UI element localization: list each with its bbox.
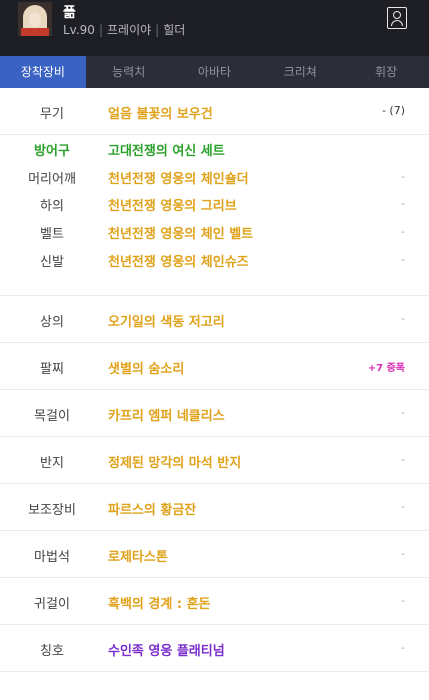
slot-label: 보조장비 [28, 503, 76, 518]
item-name: 샛별의 숨소리 [108, 362, 185, 377]
item-name: 천년전쟁 영웅의 체인슈즈 [108, 255, 249, 270]
character-guild: 힐더 [163, 23, 186, 37]
slot-label: 목걸이 [34, 409, 70, 424]
slot-label: 팔찌 [40, 362, 64, 377]
item-value: - [401, 500, 405, 513]
avatar-face [29, 13, 41, 27]
equipment-row-top[interactable]: 상의 오기일의 색동 저고리 - [0, 296, 429, 343]
slot-label: 신발 [40, 255, 64, 270]
item-value: - [401, 253, 405, 266]
item-value: - [401, 641, 405, 654]
item-name: 로제타스톤 [108, 550, 168, 565]
equipment-row-shoulder[interactable]: 머리어깨 천년전쟁 영웅의 체인숄더 - [0, 168, 429, 195]
equipment-row-title[interactable]: 칭호 수인족 영웅 플래티넘 - [0, 625, 429, 672]
equipment-row-pants[interactable]: 하의 천년전쟁 영웅의 그리브 - [0, 195, 429, 222]
avatar-cloth [21, 28, 49, 36]
item-value: - [401, 312, 405, 325]
item-value: - [401, 225, 405, 238]
armor-set-group: 방어구 고대전쟁의 여신 세트 머리어깨 천년전쟁 영웅의 체인숄더 - 하의 … [0, 135, 429, 296]
tab-stats[interactable]: 능력치 [86, 56, 172, 88]
slot-label: 벨트 [40, 227, 64, 242]
item-name: 수인족 영웅 플래티넘 [108, 644, 225, 659]
equipment-row-magic-stone[interactable]: 마법석 로제타스톤 - [0, 531, 429, 578]
character-meta: Lv.90 | 프레이야 | 힐더 [63, 21, 185, 38]
slot-label: 귀걸이 [34, 597, 70, 612]
item-name: 흑백의 경계 : 혼돈 [108, 597, 211, 612]
item-value: - [401, 197, 405, 210]
equipment-row-shoes[interactable]: 신발 천년전쟁 영웅의 체인슈즈 - [0, 251, 429, 278]
separator: | [98, 23, 103, 37]
item-name: 정제된 망각의 마석 반지 [108, 456, 242, 471]
tab-bar: 장착장비 능력치 아바타 크리쳐 휘장 [0, 56, 429, 88]
profile-icon-head [393, 11, 401, 19]
character-header: 픎 Lv.90 | 프레이야 | 힐더 [0, 0, 429, 56]
item-name: 천년전쟁 영웅의 체인 벨트 [108, 227, 254, 242]
armor-set-header[interactable]: 방어구 고대전쟁의 여신 세트 [0, 140, 429, 167]
profile-icon-body [391, 20, 403, 26]
slot-label: 칭호 [40, 644, 64, 659]
item-name: 얼음 불꽃의 보우건 [108, 107, 213, 122]
slot-label: 무기 [40, 107, 64, 122]
slot-label: 마법석 [34, 550, 70, 565]
tab-creature[interactable]: 크리쳐 [257, 56, 343, 88]
character-avatar [18, 2, 52, 36]
character-class: 프레이야 [107, 23, 152, 37]
separator: | [155, 23, 160, 37]
equipment-row-sub-equip[interactable]: 보조장비 파르스의 황금잔 - [0, 484, 429, 531]
armor-set-name: 고대전쟁의 여신 세트 [108, 144, 225, 159]
tab-equipment[interactable]: 장착장비 [0, 56, 86, 88]
item-value: - [401, 453, 405, 466]
character-name: 픎 [63, 5, 76, 21]
item-name: 파르스의 황금잔 [108, 503, 197, 518]
item-name: 천년전쟁 영웅의 체인숄더 [108, 172, 249, 187]
item-name: 카프리 엠퍼 네클리스 [108, 409, 225, 424]
item-value: - [401, 406, 405, 419]
armor-set-title: 방어구 [34, 144, 70, 159]
equipment-row-earring[interactable]: 귀걸이 흑백의 경계 : 혼돈 - [0, 578, 429, 625]
item-name: 천년전쟁 영웅의 그리브 [108, 199, 237, 214]
tab-avatar[interactable]: 아바타 [172, 56, 258, 88]
character-level: Lv.90 [63, 23, 95, 37]
equipment-row-ring[interactable]: 반지 정제된 망각의 마석 반지 - [0, 437, 429, 484]
amplify-badge: +7 증폭 [367, 363, 405, 374]
item-name: 오기일의 색동 저고리 [108, 315, 225, 330]
equipment-row-weapon[interactable]: 무기 얼음 불꽃의 보우건 - (7) [0, 88, 429, 135]
item-value: - [401, 170, 405, 183]
equipment-row-bracelet[interactable]: 팔찌 샛별의 숨소리 +7 증폭 [0, 343, 429, 390]
item-value: - [401, 594, 405, 607]
equipment-row-belt[interactable]: 벨트 천년전쟁 영웅의 체인 벨트 - [0, 223, 429, 250]
equipment-list: 무기 얼음 불꽃의 보우건 - (7) 방어구 고대전쟁의 여신 세트 머리어깨… [0, 88, 429, 672]
slot-label: 반지 [40, 456, 64, 471]
item-value: - (7) [381, 104, 405, 117]
slot-label: 하의 [40, 199, 64, 214]
slot-label: 상의 [40, 315, 64, 330]
profile-icon[interactable] [387, 7, 407, 29]
slot-label: 머리어깨 [28, 172, 76, 187]
tab-emblem[interactable]: 휘장 [343, 56, 429, 88]
equipment-row-necklace[interactable]: 목걸이 카프리 엠퍼 네클리스 - [0, 390, 429, 437]
item-value: - [401, 547, 405, 560]
